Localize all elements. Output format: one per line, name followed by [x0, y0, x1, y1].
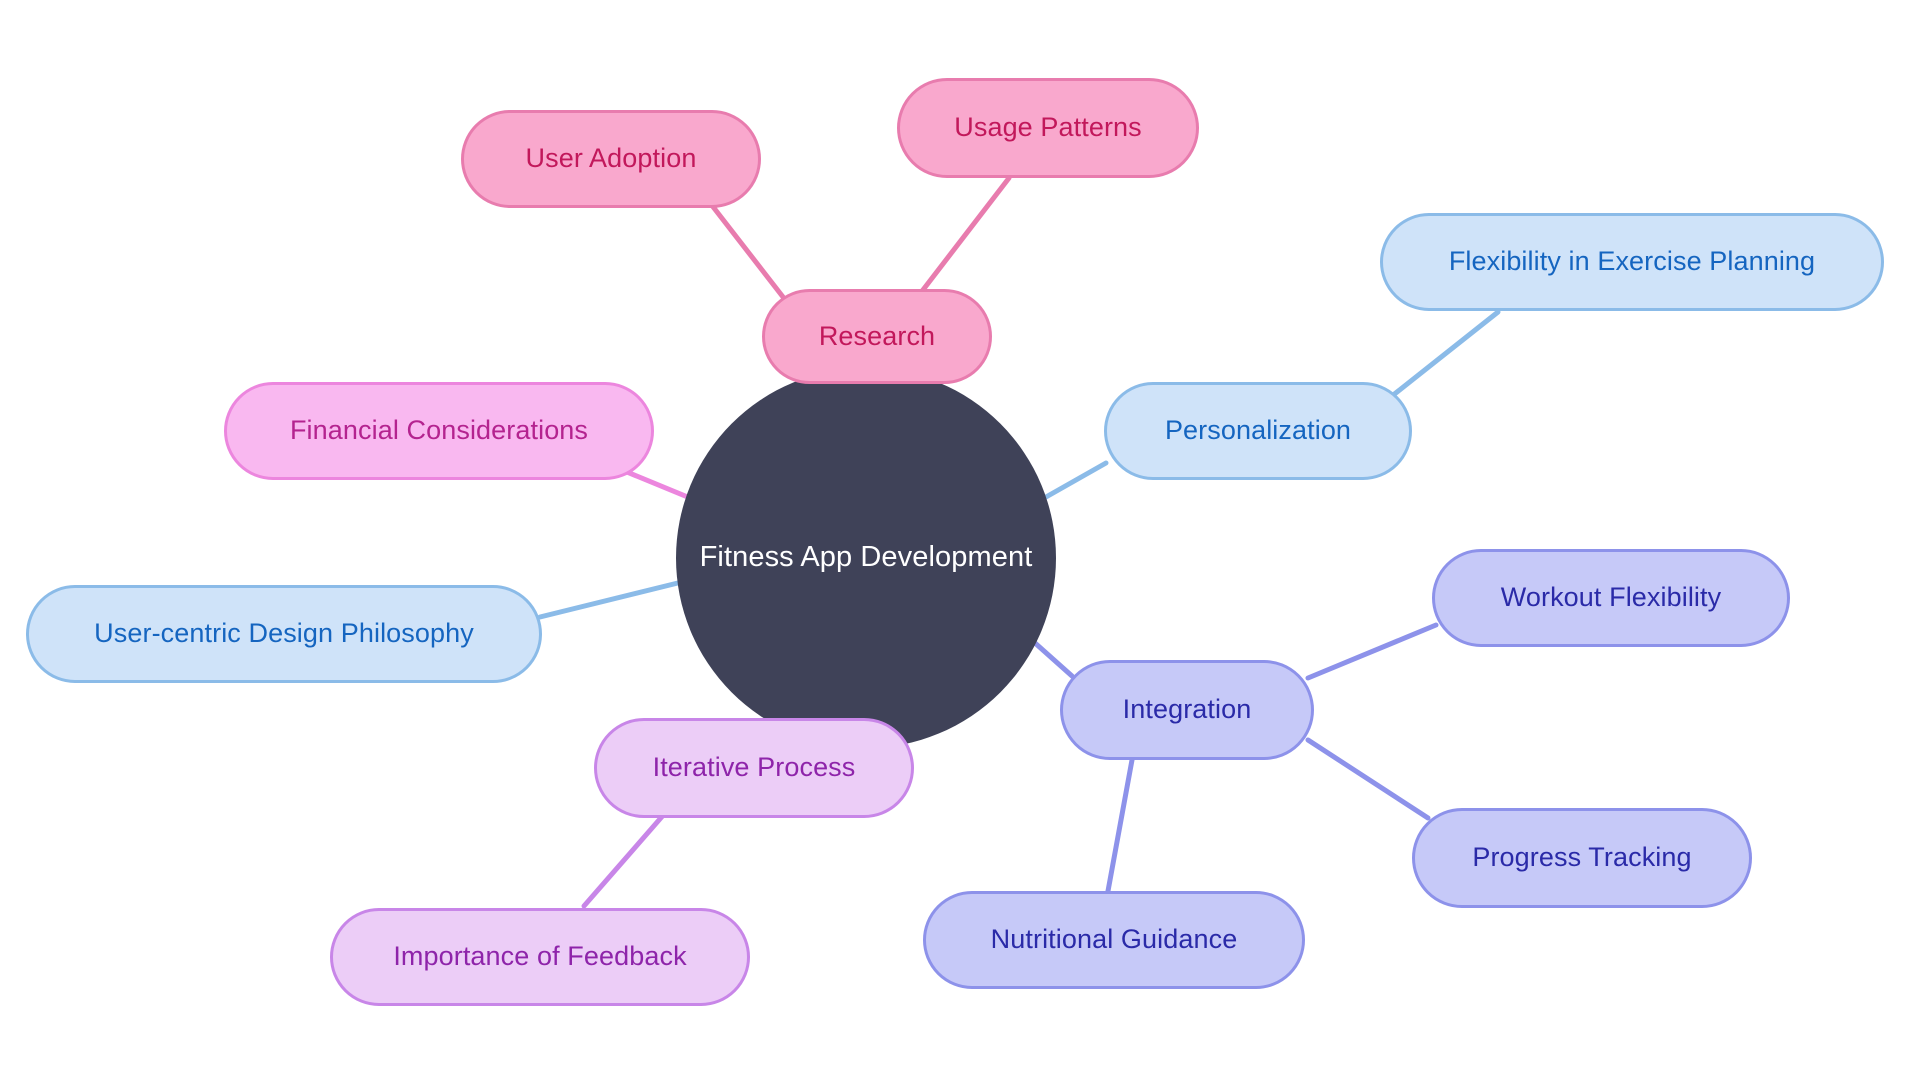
mindmap-node-user-adoption[interactable]: User Adoption	[461, 110, 761, 208]
mindmap-node-label-flexibility-exercise-planning: Flexibility in Exercise Planning	[1448, 246, 1816, 277]
mindmap-node-nutritional-guidance[interactable]: Nutritional Guidance	[923, 891, 1305, 989]
mindmap-node-financial-considerations[interactable]: Financial Considerations	[224, 382, 654, 480]
mindmap-node-label-research: Research	[818, 320, 936, 351]
mindmap-node-label-integration: Integration	[1122, 694, 1252, 725]
mindmap-edge-personalization-flexibility	[1389, 309, 1501, 399]
mindmap-node-flexibility-exercise-planning[interactable]: Flexibility in Exercise Planning	[1380, 213, 1884, 311]
mindmap-node-workout-flexibility[interactable]: Workout Flexibility	[1432, 549, 1790, 647]
mindmap-edge-integration-nutritional	[1105, 757, 1135, 894]
mindmap-node-integration[interactable]: Integration	[1060, 660, 1314, 760]
mindmap-node-label-progress-tracking: Progress Tracking	[1472, 842, 1692, 873]
mindmap-edge-integration-workout	[1305, 622, 1439, 681]
mindmap-node-label-user-adoption: User Adoption	[525, 143, 697, 174]
mindmap-node-label-nutritional-guidance: Nutritional Guidance	[990, 924, 1238, 955]
mindmap-node-user-centric-design[interactable]: User-centric Design Philosophy	[26, 585, 542, 683]
mindmap-node-label-financial-considerations: Financial Considerations	[289, 415, 589, 446]
mindmap-edge-research-usage-patterns	[913, 175, 1012, 302]
mindmap-node-importance-of-feedback[interactable]: Importance of Feedback	[330, 908, 750, 1006]
mindmap-node-usage-patterns[interactable]: Usage Patterns	[897, 78, 1199, 178]
mindmap-root-node[interactable]: Fitness App Development	[676, 368, 1056, 748]
mindmap-edge-root-design	[537, 577, 693, 620]
mindmap-node-label-importance-of-feedback: Importance of Feedback	[393, 941, 687, 972]
mindmap-node-research[interactable]: Research	[762, 289, 992, 384]
mindmap-root-label: Fitness App Development	[699, 541, 1033, 574]
mindmap-node-personalization[interactable]: Personalization	[1104, 382, 1412, 480]
mindmap-edge-integration-progress	[1305, 737, 1431, 821]
mindmap-node-progress-tracking[interactable]: Progress Tracking	[1412, 808, 1752, 908]
mindmap-edge-root-integration	[1032, 640, 1075, 679]
mindmap-edge-iterative-feedback	[581, 809, 669, 909]
mindmap-node-label-user-centric-design: User-centric Design Philosophy	[94, 618, 474, 649]
mindmap-node-iterative-process[interactable]: Iterative Process	[594, 718, 914, 818]
mindmap-canvas: Fitness App Development Research User Adop…	[0, 0, 1920, 1080]
mindmap-node-label-iterative-process: Iterative Process	[652, 752, 856, 783]
mindmap-node-label-usage-patterns: Usage Patterns	[954, 112, 1142, 143]
mindmap-edge-root-personalization	[1043, 460, 1109, 500]
mindmap-node-label-personalization: Personalization	[1164, 415, 1352, 446]
mindmap-node-label-workout-flexibility: Workout Flexibility	[1500, 582, 1722, 613]
